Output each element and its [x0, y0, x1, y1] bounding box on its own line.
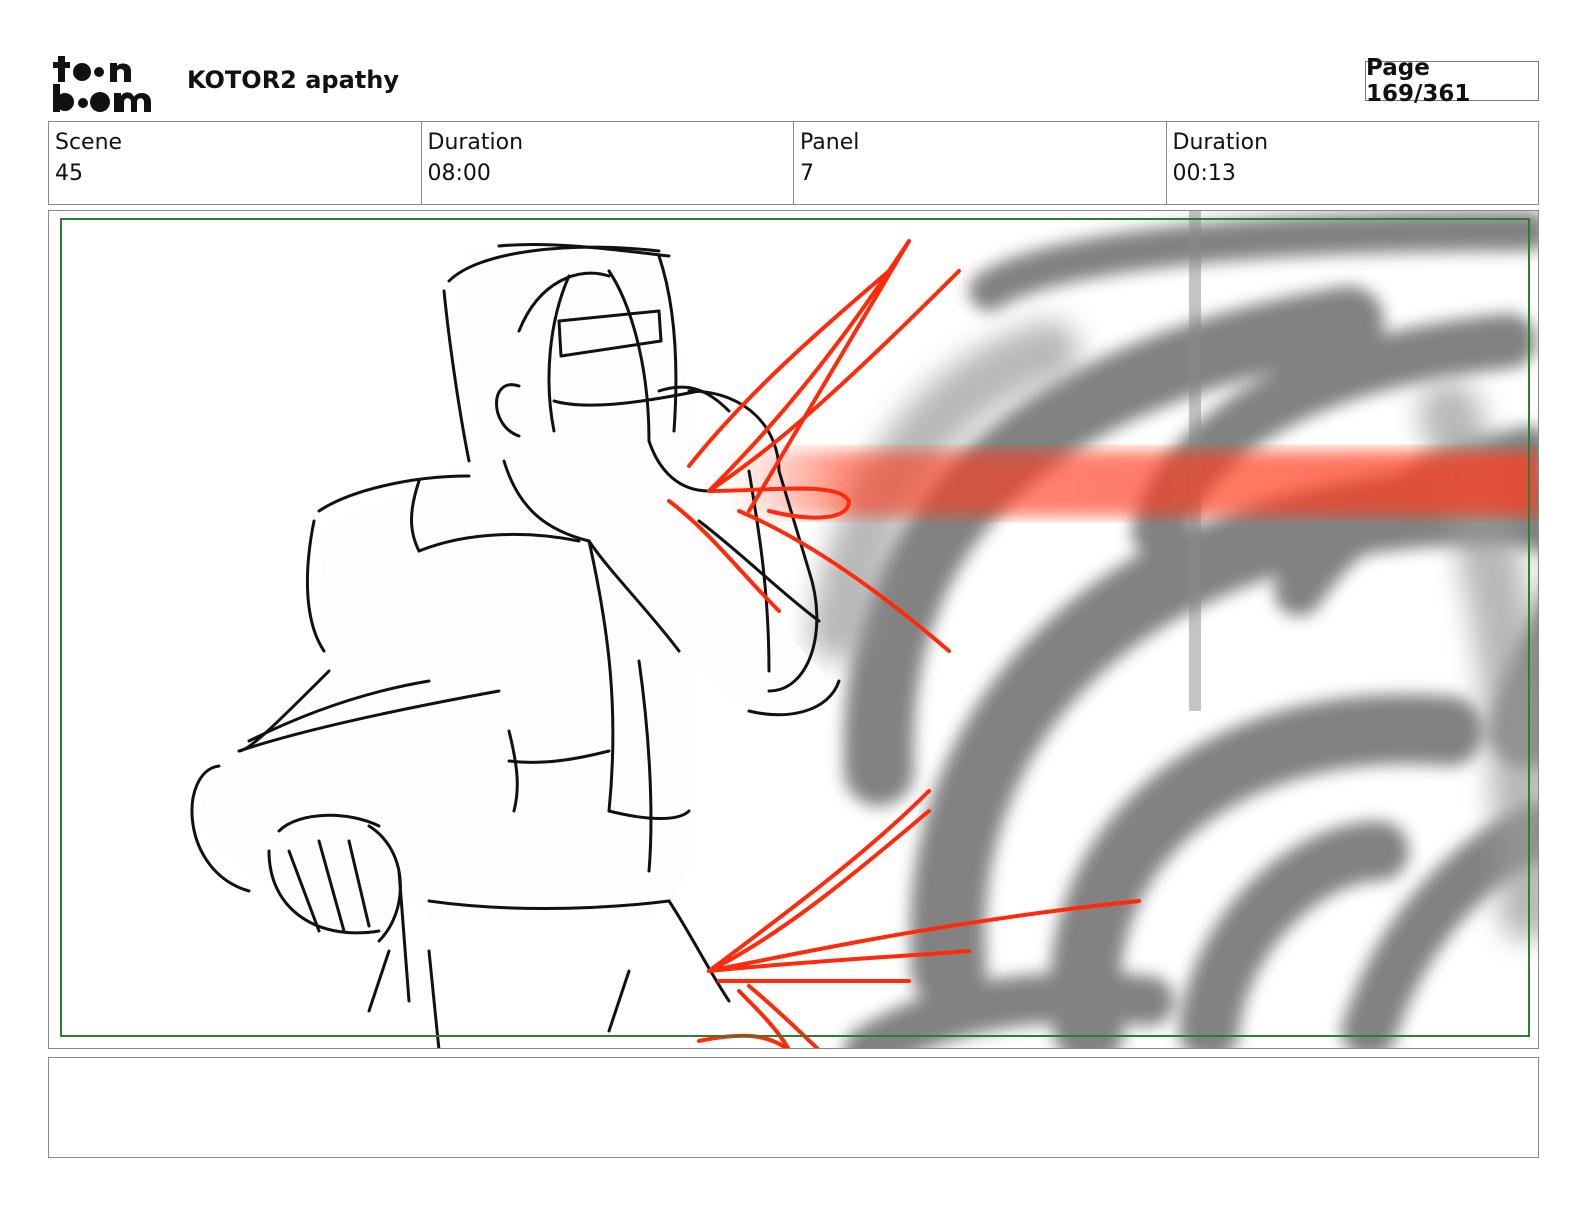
scene-label: Scene	[55, 130, 123, 155]
scene-duration-label: Duration	[427, 130, 524, 155]
panel-notes-box	[48, 1057, 1539, 1158]
panel-duration-value: 00:13	[1172, 161, 1236, 186]
scene-value: 45	[55, 161, 83, 186]
panel-duration-cell: Duration 00:13	[1167, 122, 1539, 204]
scene-cell: Scene 45	[49, 122, 422, 204]
panel-duration-label: Duration	[1172, 130, 1269, 155]
page-number: Page 169/361	[1365, 55, 1539, 107]
panel-info-row: Scene 45 Duration 08:00 Panel 7 Duration…	[48, 121, 1539, 205]
panel-cell: Panel 7	[794, 122, 1167, 204]
panel-label: Panel	[800, 130, 860, 155]
panel-value: 7	[800, 161, 814, 186]
panel-image-frame	[48, 210, 1539, 1049]
storyboard-sketch-image	[60, 211, 1538, 1048]
project-title: KOTOR2 apathy	[187, 66, 400, 94]
scene-duration-cell: Duration 08:00	[422, 122, 794, 204]
toonboom-logo-icon	[53, 56, 151, 112]
scene-duration-value: 08:00	[427, 161, 491, 186]
